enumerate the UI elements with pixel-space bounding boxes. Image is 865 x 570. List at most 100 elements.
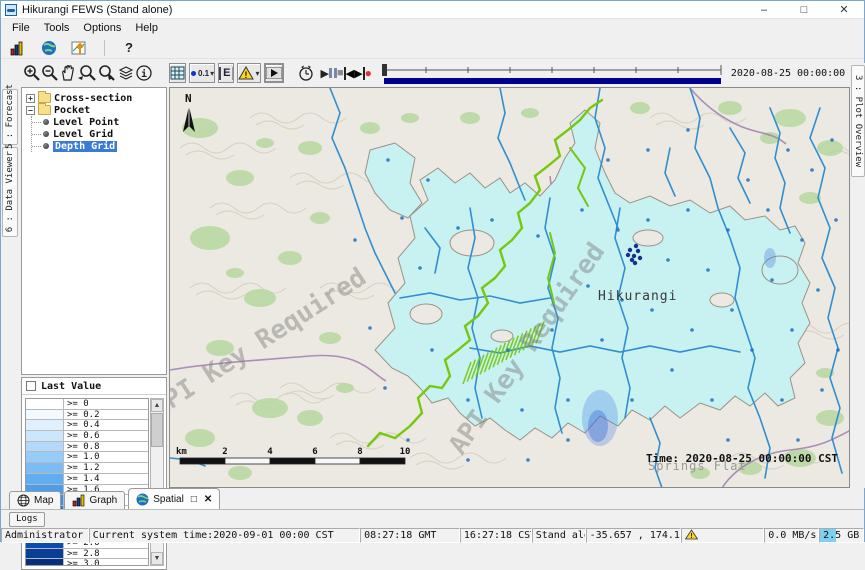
last-value-checkbox[interactable] [26, 381, 36, 391]
tab-spatial[interactable]: Spatial □ ✕ [128, 488, 220, 509]
status-user: Administrator [1, 528, 89, 543]
legend-row: >= 0 [26, 399, 148, 410]
play-button[interactable]: ▶ [321, 67, 329, 80]
close-button[interactable]: ✕ [824, 1, 864, 18]
tab-map[interactable]: Map [9, 491, 61, 509]
main-toolbar: ? [1, 37, 864, 59]
svg-text:8: 8 [357, 447, 362, 457]
tab-forecast[interactable]: 5 : Forecast [2, 89, 18, 145]
contour-threshold-dropdown[interactable]: 0.1 ▾ [189, 63, 215, 83]
spatial-display-globe-icon[interactable] [38, 37, 59, 58]
maximize-button[interactable]: □ [784, 1, 824, 18]
svg-text:4: 4 [267, 447, 273, 457]
chevron-down-icon: ▾ [255, 69, 259, 78]
tree-node-pocket[interactable]: − Pocket [22, 104, 166, 116]
svg-text:10: 10 [400, 447, 411, 457]
minimize-button[interactable]: – [744, 1, 784, 18]
menu-file[interactable]: File [5, 20, 37, 36]
tab-data-viewer[interactable]: 6 : Data Viewer [2, 147, 18, 237]
tree-node-depth-grid-selected[interactable]: Depth Grid [32, 140, 166, 152]
scroll-thumb[interactable] [151, 413, 163, 447]
grid-display-button[interactable] [169, 63, 186, 83]
animation-movie-button[interactable] [264, 63, 284, 83]
tree-node-level-grid[interactable]: Level Grid [32, 128, 166, 140]
legend-value-label: >= 0 [64, 399, 148, 409]
legend-value-label: >= 0.8 [64, 442, 148, 452]
node-bullet-icon [43, 119, 49, 125]
status-memory-gauge: 2.5 GB [819, 528, 864, 543]
map-time-label: Time: 2020-08-25 00:00:00 CST [646, 452, 838, 465]
legend-row: >= 0.2 [26, 410, 148, 421]
menu-tools[interactable]: Tools [37, 20, 77, 36]
legend-color-swatch [26, 559, 64, 566]
legend-row: >= 1.4 [26, 474, 148, 485]
help-button[interactable]: ? [119, 40, 139, 55]
status-warning[interactable]: ! [681, 528, 764, 543]
record-button[interactable]: ● [365, 66, 372, 80]
warning-icon: ! [685, 529, 698, 540]
label-tool-button[interactable]: E [218, 63, 234, 83]
timeline-span-bar [384, 78, 721, 84]
legend-color-swatch [26, 420, 64, 430]
timeline-date-label: 2020-08-25 00:00:00 CST [731, 68, 865, 79]
map-view[interactable]: API Key Required API Key Required N Hiku… [169, 87, 850, 488]
bottom-tab-bar: Map Graph Spatial □ ✕ [1, 488, 864, 509]
thresholds-warning-dropdown[interactable]: ! ▾ [237, 63, 260, 83]
svg-text:N: N [185, 92, 192, 105]
tab-graph[interactable]: Graph [64, 491, 125, 509]
pan-hand-icon[interactable] [59, 63, 77, 84]
tab-close-icon[interactable]: ✕ [204, 494, 212, 505]
legend-row: >= 1.2 [26, 463, 148, 474]
pause-button[interactable] [329, 68, 337, 78]
info-icon[interactable]: i [135, 63, 153, 84]
scroll-up-icon[interactable]: ▲ [151, 399, 163, 412]
scroll-down-icon[interactable]: ▼ [151, 552, 163, 565]
left-dock-strip: 5 : Forecast 6 : Data Viewer [1, 87, 19, 488]
fews-logo-icon [5, 4, 17, 16]
tab-plot-overview[interactable]: 3 : Plot Overview [851, 65, 865, 177]
status-mode: Stand alone [532, 528, 586, 543]
legend-color-swatch [26, 399, 64, 409]
status-transfer-rate: 0.0 MB/s [764, 528, 819, 543]
menu-help[interactable]: Help [128, 20, 165, 36]
legend-row: >= 0.6 [26, 431, 148, 442]
timeseries-chart-icon[interactable] [69, 37, 90, 58]
zoom-in-icon[interactable] [23, 63, 41, 84]
legend-color-swatch [26, 452, 64, 462]
legend-row: >= 1.0 [26, 452, 148, 463]
svg-text:!: ! [244, 71, 249, 80]
zoom-next-icon[interactable] [97, 63, 117, 84]
status-gmt-time: 08:27:18 GMT [360, 528, 460, 543]
legend-row: >= 2.8 [26, 549, 148, 560]
town-label: Hikurangi [598, 289, 677, 304]
collapse-icon[interactable]: − [26, 106, 35, 115]
legend-color-swatch [26, 431, 64, 441]
bar-chart-icon [72, 494, 85, 507]
stop-button[interactable]: ■ [337, 67, 344, 79]
legend-value-label: >= 2.8 [64, 549, 148, 559]
globe-icon [136, 493, 149, 506]
legend-row: >= 3.0 [26, 559, 148, 566]
node-bullet-icon [43, 143, 49, 149]
tree-node-level-point[interactable]: Level Point [32, 116, 166, 128]
legend-color-swatch [26, 549, 64, 559]
map-toolbar: i 0.1 ▾ E ! ▾ ▶ ■ ◀ ▶ ● [1, 59, 864, 87]
animation-timer-icon[interactable] [297, 63, 315, 84]
tab-maximize-icon[interactable]: □ [191, 494, 197, 505]
explorer-panel: + Cross-section − Pocket Level Point [19, 87, 169, 488]
zoom-out-icon[interactable] [41, 63, 59, 84]
expand-icon[interactable]: + [26, 94, 35, 103]
zoom-previous-icon[interactable] [77, 63, 97, 84]
database-explorer-icon[interactable] [7, 37, 28, 58]
data-tree: + Cross-section − Pocket Level Point [21, 87, 167, 375]
time-slider[interactable] [380, 61, 725, 85]
seek-start-button[interactable]: ◀ [344, 67, 354, 80]
logs-button[interactable]: Logs [9, 512, 45, 527]
status-bar: Administrator Current system time:2020-0… [1, 528, 864, 543]
menu-options[interactable]: Options [76, 20, 128, 36]
legend-color-swatch [26, 474, 64, 484]
layers-icon[interactable] [117, 63, 135, 84]
seek-end-button[interactable]: ▶ [354, 67, 364, 80]
warning-icon: ! [238, 66, 254, 80]
slider-handle [382, 64, 387, 76]
